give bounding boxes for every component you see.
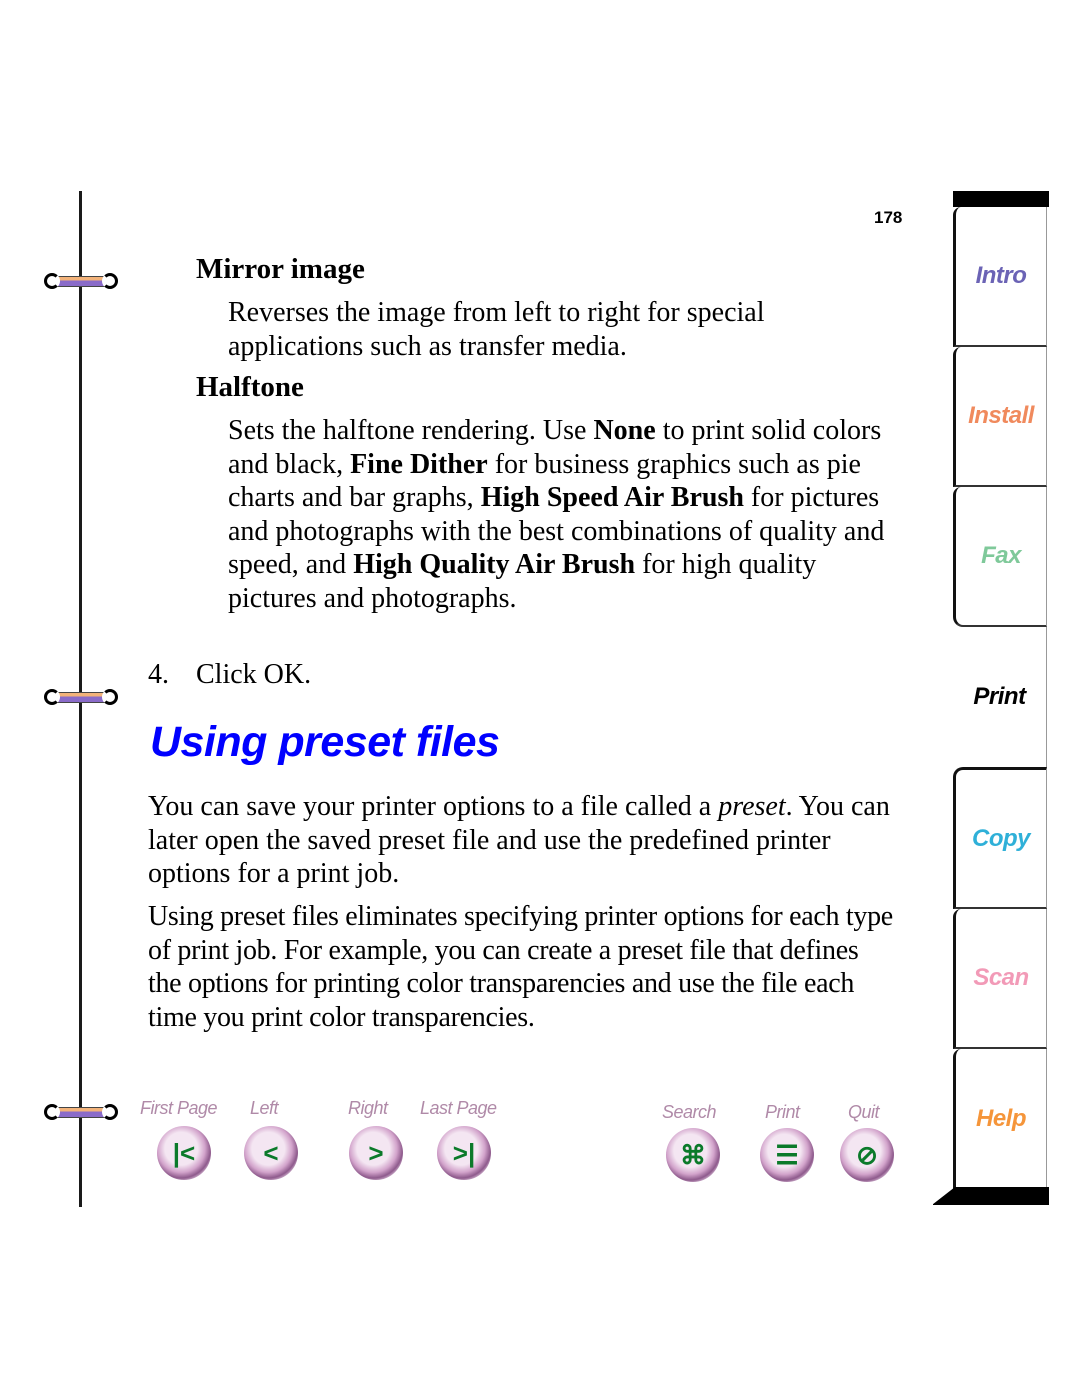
last-page-label: Last Page <box>420 1098 497 1118</box>
step-text: Click OK. <box>196 659 312 690</box>
body-text: Sets the halftone rendering. Use <box>228 415 594 446</box>
tab-scan-label: Scan <box>973 964 1029 991</box>
option-name: Fine Dither <box>350 448 488 480</box>
intro-paragraph: You can save your printer options to a f… <box>148 790 893 891</box>
step-number: 4. <box>148 659 169 690</box>
quit-button[interactable]: Quit ⊘ <box>840 1102 900 1188</box>
option-name: High Speed Air Brush <box>480 482 744 514</box>
document-icon: ☰ <box>760 1128 814 1182</box>
last-page-icon: >| <box>437 1126 491 1180</box>
tab-print[interactable]: Print <box>953 627 1047 767</box>
preset-term: preset <box>718 791 786 822</box>
first-page-button[interactable]: First Page |< <box>140 1098 236 1188</box>
right-arrow-icon: > <box>349 1126 403 1180</box>
tabs-bottom-edge <box>933 1187 1049 1205</box>
print-label: Print <box>765 1102 800 1122</box>
tab-scan[interactable]: Scan <box>953 909 1047 1049</box>
binder-ring <box>44 689 118 707</box>
left-arrow-icon: < <box>244 1126 298 1180</box>
section-body-halftone: Sets the halftone rendering. Use None to… <box>228 414 893 616</box>
intro-text: You can save your printer options to a f… <box>148 791 719 822</box>
section-heading-halftone: Halftone <box>196 371 304 403</box>
tab-intro-label: Intro <box>975 262 1027 289</box>
tab-print-label: Print <box>973 683 1026 710</box>
search-button[interactable]: Search ⌘ <box>662 1102 732 1188</box>
first-page-label: First Page <box>140 1098 218 1118</box>
last-page-button[interactable]: Last Page >| <box>420 1098 516 1188</box>
right-label: Right <box>348 1098 388 1118</box>
section-tabs: Intro Install Fax Print Copy Scan Help <box>933 191 1049 1207</box>
tab-help[interactable]: Help <box>953 1049 1047 1189</box>
print-button[interactable]: Print ☰ <box>760 1102 820 1188</box>
tab-install[interactable]: Install <box>953 347 1047 487</box>
page-number: 178 <box>874 208 903 227</box>
tab-copy-label: Copy <box>972 824 1031 852</box>
tab-copy[interactable]: Copy <box>953 767 1047 909</box>
usage-paragraph: Using preset files eliminates specifying… <box>148 901 893 1033</box>
right-button[interactable]: Right > <box>348 1098 408 1188</box>
option-name: None <box>593 415 656 446</box>
tab-help-label: Help <box>975 1105 1027 1132</box>
tab-fax-label: Fax <box>981 542 1021 569</box>
tab-fax[interactable]: Fax <box>953 487 1047 627</box>
first-page-icon: |< <box>157 1126 211 1180</box>
search-label: Search <box>662 1102 717 1122</box>
binder-ring <box>44 273 118 291</box>
left-button[interactable]: Left < <box>244 1098 304 1188</box>
section-heading-mirror-image: Mirror image <box>196 253 365 285</box>
tabs-top-edge <box>953 191 1049 207</box>
left-label: Left <box>250 1098 279 1118</box>
no-entry-icon: ⊘ <box>840 1128 894 1182</box>
option-name: High Quality Air Brush <box>353 549 636 581</box>
quit-label: Quit <box>848 1102 880 1122</box>
binder-ring <box>44 1104 118 1122</box>
tab-intro[interactable]: Intro <box>953 207 1047 347</box>
section-body-mirror-image: Reverses the image from left to right fo… <box>228 297 765 362</box>
binoculars-icon: ⌘ <box>666 1128 720 1182</box>
tab-install-label: Install <box>968 402 1034 429</box>
section-title: Using preset files <box>150 718 500 766</box>
